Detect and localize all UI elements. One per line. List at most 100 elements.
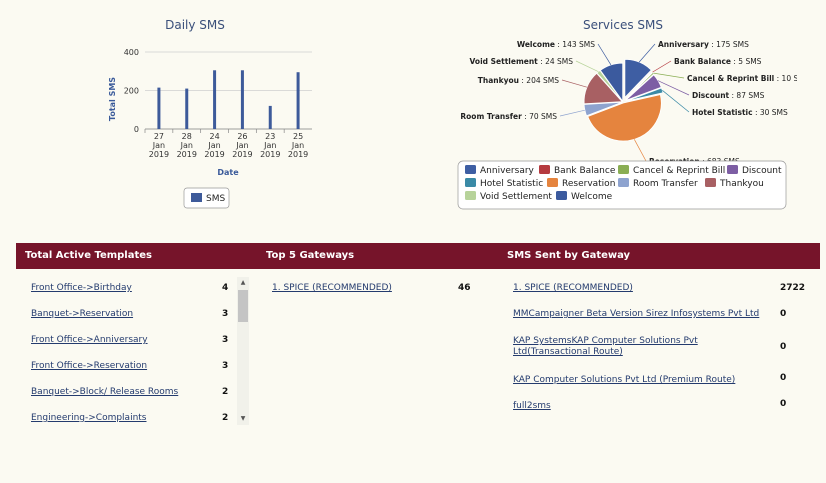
daily-sms-chart: Daily SMS 020040027Jan201928Jan201924Jan… [108,18,312,209]
list-item: MMCampaigner Beta Version Sirez Infosyst… [513,309,813,320]
legend-swatch[interactable] [618,165,629,174]
legend-swatch[interactable] [618,178,629,187]
legend-swatch[interactable] [539,165,550,174]
gateway-count: 2722 [780,283,806,293]
scroll-down-icon[interactable]: ▼ [237,413,249,425]
legend-swatch[interactable] [465,165,476,174]
x-tick-label: 2019 [260,150,280,159]
scroll-thumb[interactable] [238,290,248,322]
gateway-count: 0 [780,342,787,352]
gateway-link[interactable]: full2sms [513,401,551,411]
pie-label: Bank Balance : 5 SMS [674,57,762,66]
template-count: 3 [222,335,229,345]
bar[interactable] [213,70,217,129]
x-tick-label: 28 [182,132,192,141]
gateway-link[interactable]: 1. SPICE (RECOMMENDED) [272,283,392,293]
list-item: Front Office->Birthday 4 [31,283,231,294]
pie-connector [575,60,599,73]
x-tick-label: Jan [207,141,220,150]
top-gateways-list: 1. SPICE (RECOMMENDED) 46 [272,277,482,317]
gateway-count: 0 [780,399,787,409]
template-link[interactable]: Front Office->Birthday [31,283,132,293]
scroll-up-icon[interactable]: ▲ [237,277,249,289]
bar[interactable] [185,88,189,129]
legend-label[interactable]: Cancel & Reprint Bill [633,166,725,176]
template-count: 3 [222,309,229,319]
bar[interactable] [157,87,161,129]
gateway-count: 46 [458,283,471,293]
gateway-link[interactable]: KAP Computer Solutions Pvt Ltd (Premium … [513,375,735,385]
x-tick-label: 2019 [204,150,224,159]
legend-label[interactable]: Room Transfer [633,179,698,189]
dashboard-header-bar: Total Active Templates Top 5 Gateways SM… [16,243,820,269]
gateway-link[interactable]: MMCampaigner Beta Version Sirez Infosyst… [513,309,759,319]
template-link[interactable]: Front Office->Reservation [31,361,147,371]
template-link[interactable]: Banquet->Reservation [31,309,133,319]
x-tick-label: 23 [265,132,275,141]
pie-connector [652,60,672,73]
template-count: 2 [222,413,229,423]
x-tick-label: 2019 [177,150,197,159]
x-tick-label: Jan [263,141,276,150]
legend-label[interactable]: Bank Balance [554,166,616,176]
x-tick-label: Jan [152,141,165,150]
legend-swatch[interactable] [556,191,567,200]
x-tick-label: 24 [209,132,219,141]
pie-connector [559,109,585,117]
bar[interactable] [240,70,244,129]
sent-title: SMS Sent by Gateway [507,250,631,261]
pie-connector [653,72,685,79]
legend-label[interactable]: Anniversary [480,166,535,176]
template-link[interactable]: Front Office->Anniversary [31,335,148,345]
pie-connector [561,79,588,88]
legend-label[interactable]: Hotel Statistic [480,179,543,189]
x-axis-title: Date [217,168,239,177]
legend-label[interactable]: Thankyou [719,179,764,189]
template-link[interactable]: Banquet->Block/ Release Rooms [31,387,178,397]
gateway-link[interactable]: 1. SPICE (RECOMMENDED) [513,283,633,293]
legend-label[interactable]: Discount [742,166,782,176]
gateway-link[interactable]: KAP SystemsKAP Computer Solutions Pvt Lt… [513,336,708,358]
legend-swatch[interactable] [547,178,558,187]
x-tick-label: 2019 [288,150,308,159]
pie-label: Thankyou : 204 SMS [478,76,559,85]
legend-swatch[interactable] [727,165,738,174]
legend-swatch[interactable] [465,178,476,187]
template-link[interactable]: Engineering->Complaints [31,413,147,423]
bar[interactable] [268,105,272,129]
pie-label: Room Transfer : 70 SMS [460,112,557,121]
templates-title: Total Active Templates [25,250,153,261]
pie-connector [638,43,656,63]
y-tick-label: 0 [134,125,139,134]
pie-label: Welcome : 143 SMS [517,40,595,49]
x-tick-label: 2019 [232,150,252,159]
legend: Anniversary Bank Balance Cancel & Reprint … [457,160,787,210]
chart-title: Daily SMS [165,18,225,32]
bar[interactable] [296,72,300,129]
legend-swatch[interactable] [465,191,476,200]
templates-scrollbar[interactable]: ▲ ▼ [237,277,249,425]
list-item: Banquet->Reservation 3 [31,309,231,320]
legend-label[interactable]: Reservation [562,179,615,189]
pie-connector [633,139,647,162]
legend-label[interactable]: Welcome [571,192,613,202]
list-item: KAP Computer Solutions Pvt Ltd (Premium … [513,373,813,386]
templates-list: Front Office->Birthday 4 Banquet->Reserva… [31,277,231,425]
list-item: full2sms 0 [513,399,813,412]
list-item: KAP SystemsKAP Computer Solutions Pvt Lt… [513,336,813,358]
list-item: 1. SPICE (RECOMMENDED) 46 [272,283,482,294]
list-item: 1. SPICE (RECOMMENDED) 2722 [513,283,813,294]
x-tick-label: 27 [154,132,164,141]
legend-label: SMS [206,194,225,204]
x-tick-label: 26 [237,132,247,141]
list-item: Banquet->Block/ Release Rooms 2 [31,387,231,398]
pie-label: Hotel Statistic : 30 SMS [692,108,788,117]
x-tick-label: 25 [293,132,303,141]
pie-label: Void Settlement : 24 SMS [470,57,574,66]
legend-label[interactable]: Void Settlement [480,192,552,202]
legend-swatch[interactable] [705,178,716,187]
y-tick-label: 400 [124,48,139,57]
list-item: Front Office->Reservation 3 [31,361,231,372]
legend[interactable]: SMS [183,187,230,209]
legend-swatch [191,193,202,202]
